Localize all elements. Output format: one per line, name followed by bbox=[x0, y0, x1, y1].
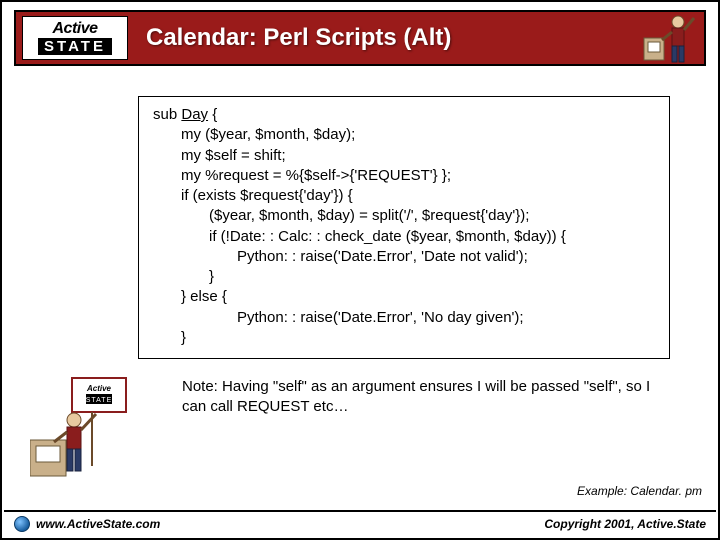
code-subname: Day bbox=[181, 106, 208, 123]
code-line: } else { bbox=[181, 287, 655, 307]
footer-url: www.ActiveState.com bbox=[36, 517, 160, 531]
code-line: } bbox=[181, 328, 655, 348]
svg-text:Active: Active bbox=[86, 384, 112, 393]
code-line: my $self = shift; bbox=[181, 146, 655, 166]
code-line: } bbox=[209, 267, 655, 287]
logo: Active STATE bbox=[22, 16, 128, 60]
code-line: ($year, $month, $day) = split('/', $requ… bbox=[209, 206, 655, 226]
slide: Active STATE Calendar: Perl Scripts (Alt… bbox=[0, 0, 720, 540]
slide-title: Calendar: Perl Scripts (Alt) bbox=[146, 24, 451, 52]
code-line: Python: : raise('Date.Error', 'No day gi… bbox=[237, 308, 655, 328]
footer-left: www.ActiveState.com bbox=[14, 516, 160, 532]
example-caption: Example: Calendar. pm bbox=[577, 484, 702, 498]
worker-figure-icon bbox=[638, 8, 698, 68]
header-bar: Active STATE Calendar: Perl Scripts (Alt… bbox=[14, 10, 706, 66]
note-text: Note: Having "self" as an argument ensur… bbox=[182, 377, 662, 418]
logo-line1: Active bbox=[52, 21, 97, 37]
logo-line2: STATE bbox=[38, 38, 112, 55]
code-keyword: sub bbox=[153, 106, 177, 123]
code-line: Python: : raise('Date.Error', 'Date not … bbox=[237, 247, 655, 267]
worker-with-sign-icon: Active STATE bbox=[30, 372, 140, 482]
code-line: if (exists $request{'day'}) { bbox=[181, 186, 655, 206]
code-line: my ($year, $month, $day); bbox=[181, 125, 655, 145]
code-line: my %request = %{$self->{'REQUEST'} }; bbox=[181, 166, 655, 186]
code-line: if (!Date: : Calc: : check_date ($year, … bbox=[209, 227, 655, 247]
svg-text:STATE: STATE bbox=[86, 397, 113, 404]
code-line: sub Day { bbox=[153, 105, 655, 125]
code-block: sub Day { my ($year, $month, $day); my $… bbox=[138, 96, 670, 359]
globe-icon bbox=[14, 516, 30, 532]
code-text: { bbox=[208, 106, 217, 123]
footer-copyright: Copyright 2001, Active.State bbox=[544, 517, 706, 531]
footer: www.ActiveState.com Copyright 2001, Acti… bbox=[4, 510, 716, 536]
